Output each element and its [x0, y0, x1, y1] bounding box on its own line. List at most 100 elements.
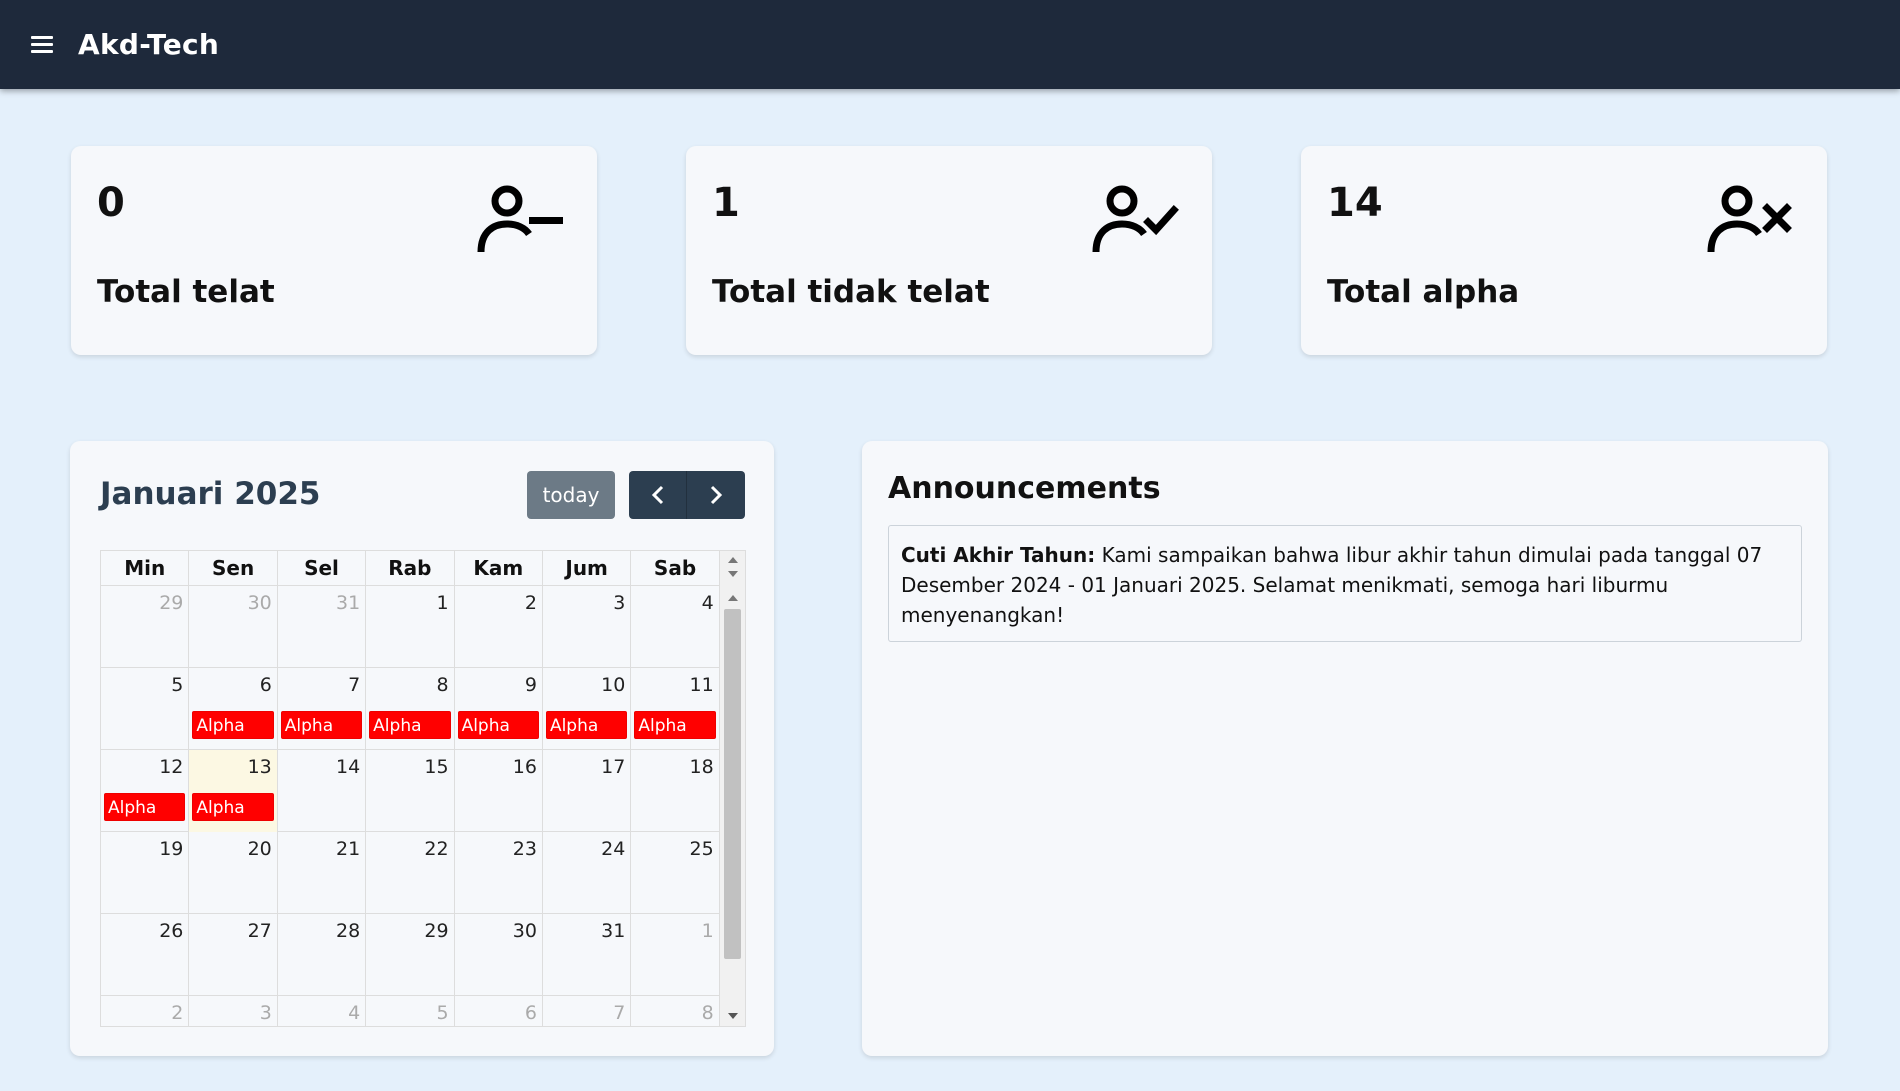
- calendar-day-cell[interactable]: 4: [278, 996, 367, 1026]
- day-number[interactable]: 2: [525, 592, 537, 614]
- day-number[interactable]: 4: [348, 1002, 360, 1024]
- calendar-day-cell[interactable]: 7 Alpha: [278, 668, 367, 750]
- calendar-event-alpha[interactable]: Alpha: [280, 711, 363, 739]
- day-number[interactable]: 15: [424, 756, 448, 778]
- day-number[interactable]: 5: [436, 1002, 448, 1024]
- calendar-event-alpha[interactable]: Alpha: [192, 793, 274, 821]
- day-number[interactable]: 29: [424, 920, 448, 942]
- calendar-day-cell[interactable]: 21: [278, 832, 367, 914]
- day-number[interactable]: 30: [513, 920, 537, 942]
- day-number[interactable]: 25: [690, 838, 714, 860]
- day-number[interactable]: 31: [601, 920, 625, 942]
- calendar-day-cell[interactable]: 23: [455, 832, 543, 914]
- day-number[interactable]: 7: [348, 674, 360, 696]
- day-number[interactable]: 12: [159, 756, 183, 778]
- day-number[interactable]: 21: [336, 838, 360, 860]
- calendar-day-cell[interactable]: 30: [189, 586, 278, 668]
- calendar-day-cell[interactable]: 10 Alpha: [543, 668, 632, 750]
- calendar-day-cell[interactable]: 31: [278, 586, 367, 668]
- day-number[interactable]: 30: [248, 592, 272, 614]
- today-button[interactable]: today: [527, 471, 615, 519]
- calendar-day-cell[interactable]: 29: [101, 586, 190, 668]
- calendar-day-cell[interactable]: 8 Alpha: [366, 668, 455, 750]
- scroll-up-arrow[interactable]: [728, 557, 738, 563]
- calendar-day-cell[interactable]: 5: [366, 996, 455, 1026]
- day-number[interactable]: 8: [702, 1002, 714, 1024]
- calendar-day-cell[interactable]: 31: [543, 914, 632, 996]
- day-number[interactable]: 8: [436, 674, 448, 696]
- calendar-day-cell[interactable]: 24: [543, 832, 632, 914]
- calendar-day-cell[interactable]: 2: [101, 996, 190, 1026]
- day-number[interactable]: 26: [159, 920, 183, 942]
- calendar-day-cell[interactable]: 22: [366, 832, 455, 914]
- calendar-day-cell[interactable]: 9 Alpha: [455, 668, 543, 750]
- calendar-day-cell[interactable]: 30: [455, 914, 543, 996]
- day-number[interactable]: 18: [690, 756, 714, 778]
- day-number[interactable]: 7: [613, 1002, 625, 1024]
- day-number[interactable]: 13: [248, 756, 272, 778]
- scroll-down-arrow[interactable]: [728, 1013, 738, 1019]
- next-month-button[interactable]: [687, 471, 745, 519]
- prev-month-button[interactable]: [629, 471, 687, 519]
- calendar-day-cell[interactable]: 12 Alpha: [101, 750, 190, 832]
- calendar-day-cell[interactable]: 16: [455, 750, 543, 832]
- calendar-day-cell[interactable]: 25: [631, 832, 720, 914]
- day-number[interactable]: 3: [613, 592, 625, 614]
- calendar-event-alpha[interactable]: Alpha: [369, 711, 451, 739]
- day-number[interactable]: 4: [702, 592, 714, 614]
- calendar-day-cell[interactable]: 27: [189, 914, 278, 996]
- calendar-day-cell[interactable]: 8: [631, 996, 720, 1026]
- day-number[interactable]: 31: [336, 592, 360, 614]
- calendar-day-cell[interactable]: 18: [631, 750, 720, 832]
- calendar-scrollbar[interactable]: [719, 551, 745, 1026]
- calendar-day-cell[interactable]: 6: [455, 996, 543, 1026]
- day-number[interactable]: 1: [436, 592, 448, 614]
- calendar-event-alpha[interactable]: Alpha: [192, 711, 274, 739]
- calendar-day-cell[interactable]: 1: [366, 586, 455, 668]
- day-number[interactable]: 10: [601, 674, 625, 696]
- calendar-day-cell[interactable]: 28: [278, 914, 367, 996]
- scroll-thumb[interactable]: [724, 609, 741, 959]
- calendar-day-cell[interactable]: 14: [278, 750, 367, 832]
- scroll-up-arrow-small[interactable]: [728, 595, 738, 601]
- calendar-event-alpha[interactable]: Alpha: [457, 711, 539, 739]
- day-number[interactable]: 9: [525, 674, 537, 696]
- calendar-day-cell[interactable]: 6 Alpha: [189, 668, 278, 750]
- day-number[interactable]: 2: [171, 1002, 183, 1024]
- day-number[interactable]: 29: [159, 592, 183, 614]
- calendar-day-cell[interactable]: 2: [455, 586, 543, 668]
- day-number[interactable]: 28: [336, 920, 360, 942]
- day-number[interactable]: 20: [248, 838, 272, 860]
- day-number[interactable]: 3: [260, 1002, 272, 1024]
- calendar-day-cell[interactable]: 3: [543, 586, 632, 668]
- calendar-day-cell-today[interactable]: 13 Alpha: [189, 750, 278, 832]
- calendar-event-alpha[interactable]: Alpha: [545, 711, 628, 739]
- hamburger-menu-icon[interactable]: [31, 31, 59, 59]
- day-number[interactable]: 11: [690, 674, 714, 696]
- calendar-day-cell[interactable]: 1: [631, 914, 720, 996]
- day-number[interactable]: 14: [336, 756, 360, 778]
- calendar-day-cell[interactable]: 26: [101, 914, 190, 996]
- day-number[interactable]: 1: [702, 920, 714, 942]
- calendar-day-cell[interactable]: 7: [543, 996, 632, 1026]
- day-number[interactable]: 24: [601, 838, 625, 860]
- day-number[interactable]: 19: [159, 838, 183, 860]
- calendar-day-cell[interactable]: 4: [631, 586, 720, 668]
- day-number[interactable]: 5: [171, 674, 183, 696]
- day-number[interactable]: 6: [260, 674, 272, 696]
- calendar-day-cell[interactable]: 15: [366, 750, 455, 832]
- day-number[interactable]: 22: [424, 838, 448, 860]
- day-number[interactable]: 27: [248, 920, 272, 942]
- calendar-day-cell[interactable]: 5: [101, 668, 190, 750]
- calendar-day-cell[interactable]: 20: [189, 832, 278, 914]
- calendar-event-alpha[interactable]: Alpha: [104, 793, 186, 821]
- day-number[interactable]: 17: [601, 756, 625, 778]
- calendar-day-cell[interactable]: 3: [189, 996, 278, 1026]
- day-number[interactable]: 16: [513, 756, 537, 778]
- calendar-day-cell[interactable]: 17: [543, 750, 632, 832]
- calendar-event-alpha[interactable]: Alpha: [634, 711, 716, 739]
- calendar-day-cell[interactable]: 19: [101, 832, 190, 914]
- calendar-day-cell[interactable]: 29: [366, 914, 455, 996]
- calendar-day-cell[interactable]: 11 Alpha: [631, 668, 720, 750]
- day-number[interactable]: 23: [513, 838, 537, 860]
